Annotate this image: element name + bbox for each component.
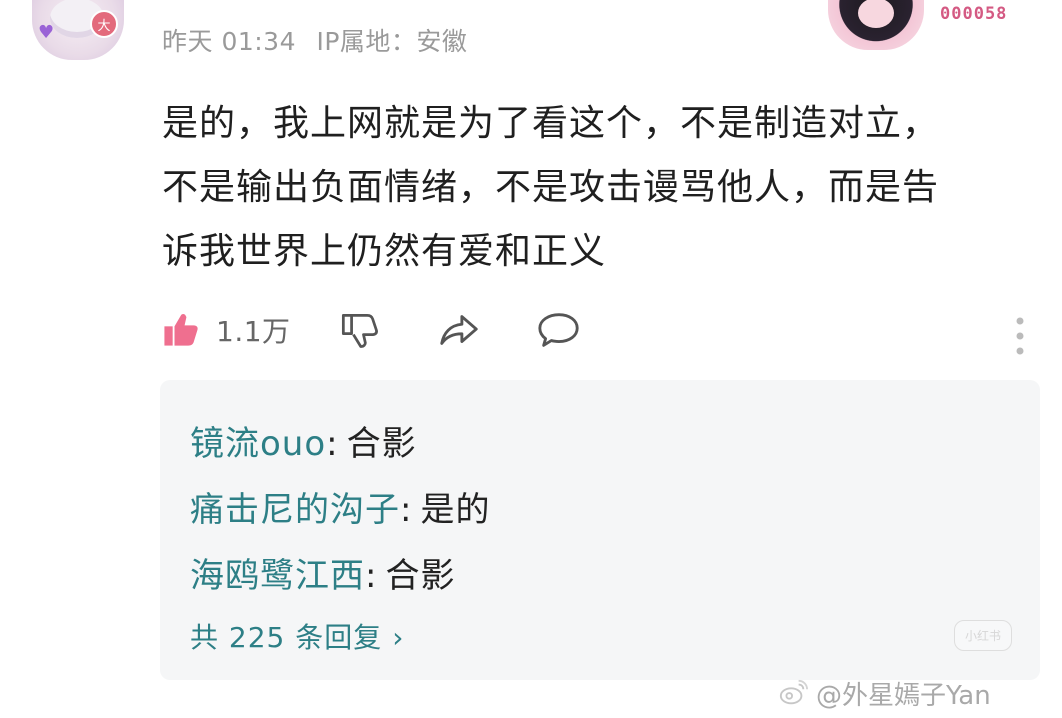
reply-item[interactable]: 痛击尼的沟子: 是的 (190, 482, 490, 531)
share-button[interactable] (436, 305, 482, 355)
avatar-badge: 大 (90, 10, 118, 38)
share-icon (440, 315, 478, 345)
avatar-face-shape (858, 0, 894, 28)
reply-content: 合影 (385, 556, 456, 596)
reply-content: 合影 (346, 424, 417, 464)
dislike-button[interactable] (336, 305, 380, 355)
comment-actions: 1.1万 (158, 305, 1038, 355)
bottom-watermark: @外星嫣子Yan (778, 676, 1054, 711)
reply-author[interactable]: 海鸥鹭江西 (190, 556, 365, 596)
reply-item[interactable]: 海鸥鹭江西: 合影 (190, 548, 455, 597)
comment-icon (538, 313, 579, 347)
like-count: 1.1万 (216, 315, 291, 348)
reply-content: 是的 (420, 490, 491, 530)
chevron-right-icon: › (392, 621, 405, 654)
thumbs-up-icon (164, 313, 198, 346)
user-avatar[interactable]: ♥ 大 (32, 0, 124, 60)
reply-author[interactable]: 镜流ouo (190, 424, 326, 464)
more-button[interactable] (1012, 311, 1028, 361)
like-button[interactable]: 1.1万 (158, 305, 291, 355)
bow-icon: ❤ (894, 0, 909, 3)
badge-number: 000058 (940, 4, 1008, 24)
reply-preview-box: 镜流ouo: 合影 痛击尼的沟子: 是的 海鸥鹭江西: 合影 共 225 条回复 › 小… (160, 380, 1040, 680)
reply-author[interactable]: 痛击尼的沟子 (190, 490, 400, 530)
reply-item[interactable]: 镜流ouo: 合影 (190, 416, 417, 465)
comment-ip-location: IP属地：安徽 (316, 27, 468, 56)
reply-separator: : (400, 490, 413, 530)
thumbs-down-icon (341, 313, 378, 348)
comment-text: 是的，我上网就是为了看这个，不是制造对立， 不是输出负面情绪，不是攻击谩骂他人，… (162, 103, 940, 272)
reply-separator: : (365, 556, 378, 596)
small-watermark: 小红书 (953, 620, 1012, 651)
watermark-handle: @外星嫣子Yan (816, 680, 991, 711)
heart-icon: ♥ (38, 22, 55, 43)
comment-meta: 昨天 01:34 IP属地：安徽 (162, 22, 479, 58)
more-vertical-icon (1016, 317, 1024, 355)
top-right-avatar[interactable]: ❤ (828, 0, 924, 50)
comment-time: 昨天 01:34 (162, 27, 296, 56)
weibo-icon (779, 679, 808, 705)
view-more-replies-button[interactable]: 共 225 条回复 › (190, 616, 404, 656)
more-replies-label: 共 225 条回复 (190, 621, 383, 654)
reply-separator: : (326, 424, 339, 464)
comment-button[interactable] (536, 305, 582, 355)
